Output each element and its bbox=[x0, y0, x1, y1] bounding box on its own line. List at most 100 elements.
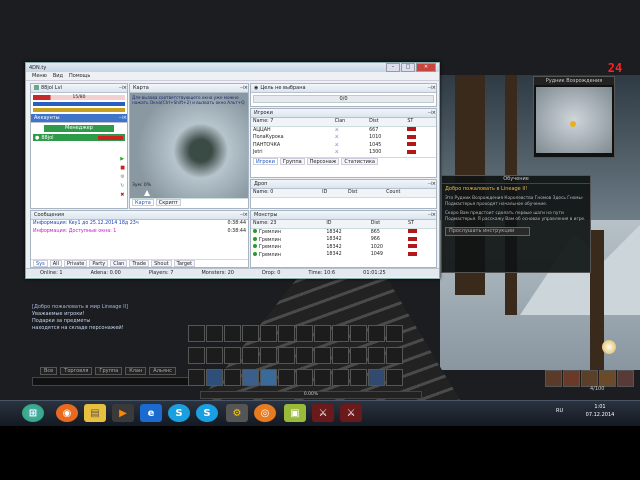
table-row[interactable]: Гремлин 18342 966 bbox=[251, 236, 436, 244]
pin-icon[interactable]: ⊣× bbox=[427, 211, 436, 219]
hotbar-slot[interactable] bbox=[332, 347, 349, 364]
pin-icon[interactable]: ⊣× bbox=[118, 114, 127, 122]
character-menu-icon[interactable] bbox=[545, 370, 562, 387]
settings-icon[interactable]: ⚙ bbox=[120, 174, 125, 180]
hotbar-slot[interactable] bbox=[206, 325, 223, 342]
hotbar-slot[interactable] bbox=[332, 369, 349, 386]
hotbar-slot[interactable] bbox=[224, 347, 241, 364]
tab-target[interactable]: Target bbox=[173, 260, 196, 267]
stop-icon[interactable]: ■ bbox=[120, 165, 125, 171]
skill-icon[interactable] bbox=[242, 369, 259, 386]
pin-icon[interactable]: ⊣× bbox=[239, 84, 248, 92]
pin-icon[interactable]: ⊣× bbox=[427, 180, 436, 188]
skills-menu-icon[interactable] bbox=[581, 370, 598, 387]
hotbar-slot[interactable] bbox=[368, 347, 385, 364]
hotbar-slot[interactable] bbox=[206, 347, 223, 364]
skill-icon[interactable] bbox=[368, 369, 385, 386]
hotbar-slot[interactable] bbox=[314, 369, 331, 386]
table-row[interactable]: Гремлин 18342 865 bbox=[251, 228, 436, 236]
col-dist[interactable]: Dist bbox=[368, 220, 407, 229]
internet-explorer-icon[interactable]: e bbox=[140, 404, 162, 422]
hotbar-slot[interactable] bbox=[332, 325, 349, 342]
map-view[interactable]: Для вызова соответствующего окна уже мож… bbox=[130, 93, 248, 198]
hotbar-slot[interactable] bbox=[278, 369, 295, 386]
map-menu-icon[interactable] bbox=[617, 370, 634, 387]
table-row[interactable]: Jetri ⚔ 1300 bbox=[251, 149, 436, 157]
tab-players[interactable]: Игроки bbox=[253, 157, 278, 165]
game-chat-input[interactable] bbox=[32, 377, 194, 386]
pin-icon[interactable]: ⊣× bbox=[239, 211, 248, 219]
tab-sys[interactable]: Sys bbox=[33, 260, 48, 267]
hotbar-slot[interactable] bbox=[188, 369, 205, 386]
hotbar-slot[interactable] bbox=[386, 347, 403, 364]
manager-button[interactable]: Менеджер bbox=[44, 125, 114, 132]
hotbar-slot[interactable] bbox=[242, 347, 259, 364]
menu-item-menu[interactable]: Меню bbox=[32, 72, 47, 80]
skype-icon[interactable]: S bbox=[168, 404, 190, 422]
col-name[interactable]: Name: 7 bbox=[251, 118, 333, 127]
menu-item-view[interactable]: Вид bbox=[53, 72, 63, 80]
hotbar-slot[interactable] bbox=[296, 347, 313, 364]
tab-character[interactable]: Персонаж bbox=[306, 157, 340, 165]
hotbar-slot[interactable] bbox=[350, 347, 367, 364]
lineage2-icon[interactable]: ⚔ bbox=[340, 404, 362, 422]
hotbar-slot[interactable] bbox=[188, 325, 205, 342]
table-row[interactable]: Гремлин 18342 1049 bbox=[251, 251, 436, 259]
hotbar-slot[interactable] bbox=[314, 325, 331, 342]
chat-tab-trade[interactable]: Торговля bbox=[60, 367, 93, 375]
tab-group[interactable]: Группа bbox=[279, 157, 305, 165]
refresh-icon[interactable]: ↻ bbox=[120, 183, 125, 189]
col-count[interactable]: Count bbox=[384, 189, 436, 198]
tab-party[interactable]: Party bbox=[89, 260, 109, 267]
hotbar-slot[interactable] bbox=[368, 325, 385, 342]
hotbar-slot[interactable] bbox=[188, 347, 205, 364]
maximize-button[interactable]: □ bbox=[401, 63, 415, 72]
minimap-view[interactable] bbox=[536, 87, 612, 153]
skill-icon[interactable] bbox=[206, 369, 223, 386]
table-row[interactable]: ПАНТОЧКА ⚔ 1045 bbox=[251, 142, 436, 150]
account-row[interactable]: ● 88jol bbox=[33, 134, 125, 141]
firefox-icon[interactable]: ◉ bbox=[56, 404, 78, 422]
chat-tab-all[interactable]: Все bbox=[40, 367, 58, 375]
inventory-menu-icon[interactable] bbox=[563, 370, 580, 387]
col-name[interactable]: Name: 0 bbox=[251, 189, 321, 198]
col-dist[interactable]: Dist bbox=[346, 189, 385, 198]
system-menu-icon[interactable] bbox=[602, 340, 616, 354]
pin-icon[interactable]: ⊣× bbox=[118, 84, 127, 92]
start-icon[interactable]: ▶ bbox=[120, 156, 125, 162]
col-clan[interactable]: Clan bbox=[332, 118, 368, 127]
tab-all[interactable]: All bbox=[49, 260, 62, 267]
hotbar-slot[interactable] bbox=[314, 347, 331, 364]
col-st[interactable]: ST bbox=[405, 118, 436, 127]
col-dist[interactable]: Dist bbox=[367, 118, 406, 127]
skype-icon[interactable]: S bbox=[196, 404, 218, 422]
col-id[interactable]: ID bbox=[320, 189, 347, 198]
col-id[interactable]: ID bbox=[324, 220, 369, 229]
minimap[interactable]: Рудник Возрождения bbox=[533, 76, 615, 158]
hotbar-slot[interactable] bbox=[242, 325, 259, 342]
window-titlebar[interactable]: 4DN.ty – □ ✕ bbox=[26, 63, 439, 72]
lineage2-icon[interactable]: ⚔ bbox=[312, 404, 334, 422]
chat-tab-clan[interactable]: Клан bbox=[125, 367, 147, 375]
blender-icon[interactable]: ◎ bbox=[254, 404, 276, 422]
explorer-icon[interactable]: ▤ bbox=[84, 404, 106, 422]
notes-icon[interactable]: ▣ bbox=[284, 404, 306, 422]
hotbar-slot[interactable] bbox=[260, 347, 277, 364]
bot-app-icon[interactable]: ⚙ bbox=[226, 404, 248, 422]
table-row[interactable]: ПолаКурока ⚔ 1010 bbox=[251, 134, 436, 142]
hotbar-slot[interactable] bbox=[386, 325, 403, 342]
hotbar-slot[interactable] bbox=[278, 347, 295, 364]
delete-icon[interactable]: ✖ bbox=[120, 192, 125, 198]
media-player-icon[interactable]: ▶ bbox=[112, 404, 134, 422]
hotbar-slot[interactable] bbox=[296, 325, 313, 342]
tab-script[interactable]: Скрипт bbox=[155, 199, 181, 206]
hotbar-slot[interactable] bbox=[350, 325, 367, 342]
skill-icon[interactable] bbox=[260, 369, 277, 386]
tab-trade[interactable]: Trade bbox=[129, 260, 150, 267]
minimize-button[interactable]: – bbox=[386, 63, 400, 72]
quests-menu-icon[interactable] bbox=[599, 370, 616, 387]
hotbar-slot[interactable] bbox=[278, 325, 295, 342]
pin-icon[interactable]: ⊣× bbox=[427, 109, 436, 117]
start-button-icon[interactable]: ⊞ bbox=[22, 404, 44, 422]
hotbar-slot[interactable] bbox=[260, 325, 277, 342]
